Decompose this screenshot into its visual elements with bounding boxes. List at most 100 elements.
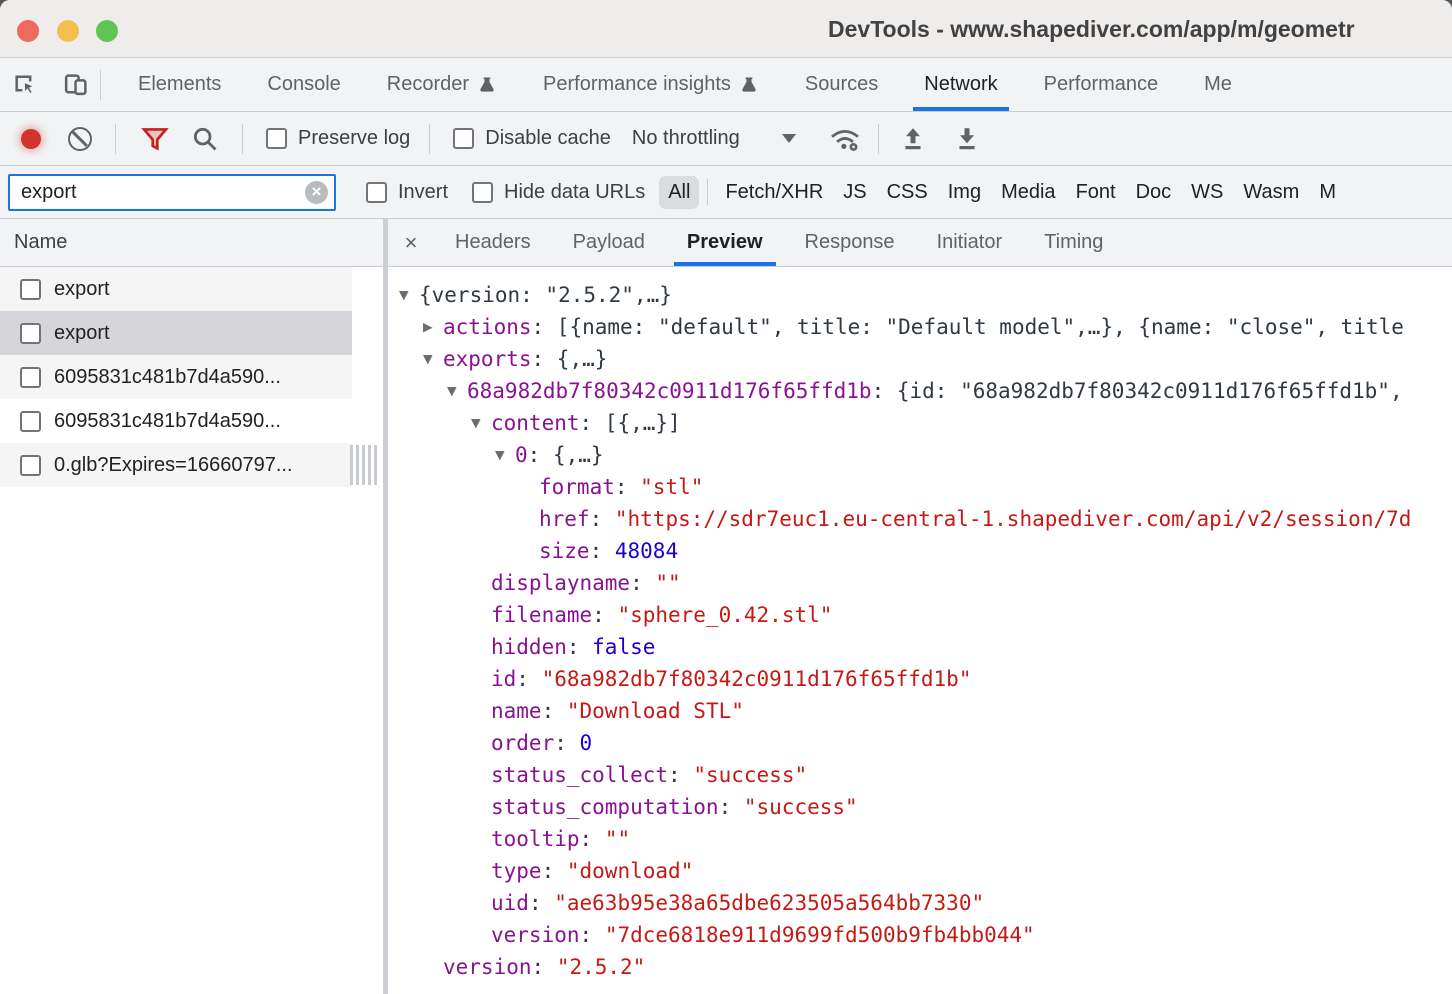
filter-pill-all[interactable]: All: [659, 176, 699, 209]
collapse-arrow-icon[interactable]: ▼: [423, 343, 443, 375]
json-tree-line[interactable]: order: 0: [388, 727, 1452, 759]
json-tree-line[interactable]: ▼content: [{,…}]: [388, 407, 1452, 439]
request-checkbox[interactable]: [20, 411, 41, 432]
json-tree-line[interactable]: uid: "ae63b95e38a65dbe623505a564bb7330": [388, 887, 1452, 919]
request-checkbox[interactable]: [20, 279, 41, 300]
filter-pill-css[interactable]: CSS: [878, 176, 937, 209]
devtools-window: DevTools - www.shapediver.com/app/m/geom…: [0, 0, 1452, 994]
tab-initiator[interactable]: Initiator: [916, 219, 1024, 266]
tab-preview[interactable]: Preview: [666, 219, 784, 266]
json-tree-line[interactable]: version: "2.5.2": [388, 951, 1452, 983]
filter-input-wrapper: ×: [8, 174, 336, 211]
close-detail-icon[interactable]: ×: [388, 219, 434, 266]
collapse-arrow-icon[interactable]: ▼: [471, 407, 491, 439]
toolbar-separator: [878, 124, 879, 154]
tab-network[interactable]: Network: [901, 58, 1020, 111]
json-tree-line[interactable]: status_computation: "success": [388, 791, 1452, 823]
request-checkbox[interactable]: [20, 367, 41, 388]
disable-cache-label[interactable]: Disable cache: [485, 127, 611, 150]
tab-performance-insights[interactable]: Performance insights: [520, 58, 782, 111]
export-har-icon[interactable]: [953, 125, 981, 153]
clear-filter-icon[interactable]: ×: [305, 181, 328, 204]
json-tree-line[interactable]: ▼exports: {,…}: [388, 343, 1452, 375]
filter-pill-wasm[interactable]: Wasm: [1234, 176, 1308, 209]
json-tree-line[interactable]: version: "7dce6818e911d9699fd500b9fb4bb0…: [388, 919, 1452, 951]
devtools-tabbar: Elements Console Recorder Performance in…: [0, 58, 1452, 112]
filter-input[interactable]: [8, 174, 336, 211]
invert-checkbox[interactable]: [366, 182, 387, 203]
detail-tabbar: × Headers Payload Preview Response Initi…: [388, 219, 1452, 267]
collapse-arrow-icon[interactable]: ▼: [447, 375, 467, 407]
resize-grip: [350, 445, 377, 485]
json-tree-line[interactable]: ▼{version: "2.5.2",…}: [388, 279, 1452, 311]
json-tree-line[interactable]: ▶actions: [{name: "default", title: "Def…: [388, 311, 1452, 343]
collapse-arrow-icon[interactable]: ▼: [399, 279, 419, 311]
request-row[interactable]: 6095831c481b7d4a590...: [0, 399, 352, 443]
tab-recorder[interactable]: Recorder: [364, 58, 520, 111]
tab-performance[interactable]: Performance: [1021, 58, 1182, 111]
filter-icon[interactable]: [140, 124, 170, 153]
tab-response[interactable]: Response: [784, 219, 916, 266]
collapse-arrow-icon[interactable]: ▼: [495, 439, 515, 471]
inspect-element-button[interactable]: [0, 58, 50, 111]
json-tree-line[interactable]: displayname: "": [388, 567, 1452, 599]
network-conditions-icon[interactable]: [828, 124, 862, 154]
tab-console[interactable]: Console: [244, 58, 363, 111]
minimize-window-button[interactable]: [57, 20, 79, 42]
throttling-select[interactable]: No throttling: [632, 127, 740, 150]
json-tree-line[interactable]: hidden: false: [388, 631, 1452, 663]
network-content: Name export export 6095831c481b7d4a590..…: [0, 219, 1452, 994]
tab-sources[interactable]: Sources: [782, 58, 901, 111]
json-tree-line[interactable]: tooltip: "": [388, 823, 1452, 855]
zoom-window-button[interactable]: [96, 20, 118, 42]
json-tree-line[interactable]: ▼0: {,…}: [388, 439, 1452, 471]
window-title: DevTools - www.shapediver.com/app/m/geom…: [828, 0, 1355, 58]
filter-pill-js[interactable]: JS: [834, 176, 875, 209]
import-har-icon[interactable]: [899, 125, 927, 153]
toolbar-separator: [242, 124, 243, 154]
hide-data-urls-checkbox[interactable]: [472, 182, 493, 203]
filter-pill-img[interactable]: Img: [939, 176, 990, 209]
preserve-log-label[interactable]: Preserve log: [298, 127, 410, 150]
tab-elements[interactable]: Elements: [115, 58, 244, 111]
json-tree-line[interactable]: href: "https://sdr7euc1.eu-central-1.sha…: [388, 503, 1452, 535]
filter-pill-font[interactable]: Font: [1067, 176, 1125, 209]
request-row-selected[interactable]: export: [0, 311, 352, 355]
request-checkbox[interactable]: [20, 323, 41, 344]
hide-data-urls-label[interactable]: Hide data URLs: [504, 181, 645, 204]
json-tree-line[interactable]: type: "download": [388, 855, 1452, 887]
json-tree-line[interactable]: name: "Download STL": [388, 695, 1452, 727]
filter-pill-ws[interactable]: WS: [1182, 176, 1232, 209]
tab-timing[interactable]: Timing: [1023, 219, 1124, 266]
filter-pill-fetch-xhr[interactable]: Fetch/XHR: [716, 176, 832, 209]
json-tree-line[interactable]: id: "68a982db7f80342c0911d176f65ffd1b": [388, 663, 1452, 695]
record-network-log-button[interactable]: [21, 129, 41, 149]
name-column-header[interactable]: Name: [0, 219, 383, 267]
close-window-button[interactable]: [17, 20, 39, 42]
clear-network-log-icon[interactable]: [68, 127, 92, 151]
search-icon[interactable]: [191, 125, 219, 153]
invert-label[interactable]: Invert: [398, 181, 448, 204]
disable-cache-checkbox[interactable]: [453, 128, 474, 149]
flask-icon: [477, 75, 497, 95]
json-tree-line[interactable]: status_collect: "success": [388, 759, 1452, 791]
filter-pill-manifest[interactable]: M: [1310, 176, 1345, 209]
json-tree-line[interactable]: format: "stl": [388, 471, 1452, 503]
toggle-device-toolbar-button[interactable]: [50, 58, 100, 111]
expand-arrow-icon[interactable]: ▶: [423, 311, 443, 343]
tab-headers[interactable]: Headers: [434, 219, 552, 266]
filter-pill-media[interactable]: Media: [992, 176, 1064, 209]
tab-payload[interactable]: Payload: [552, 219, 666, 266]
request-row[interactable]: export: [0, 267, 352, 311]
json-tree-line[interactable]: ▼68a982db7f80342c0911d176f65ffd1b: {id: …: [388, 375, 1452, 407]
chevron-down-icon[interactable]: [782, 134, 796, 143]
filter-pill-doc[interactable]: Doc: [1127, 176, 1181, 209]
request-checkbox[interactable]: [20, 455, 41, 476]
json-tree-line[interactable]: filename: "sphere_0.42.stl": [388, 599, 1452, 631]
tab-memory[interactable]: Me: [1181, 58, 1255, 111]
toolbar-separator: [429, 124, 430, 154]
preserve-log-checkbox[interactable]: [266, 128, 287, 149]
request-row[interactable]: 0.glb?Expires=16660797...: [0, 443, 352, 487]
request-row[interactable]: 6095831c481b7d4a590...: [0, 355, 352, 399]
json-tree-line[interactable]: size: 48084: [388, 535, 1452, 567]
